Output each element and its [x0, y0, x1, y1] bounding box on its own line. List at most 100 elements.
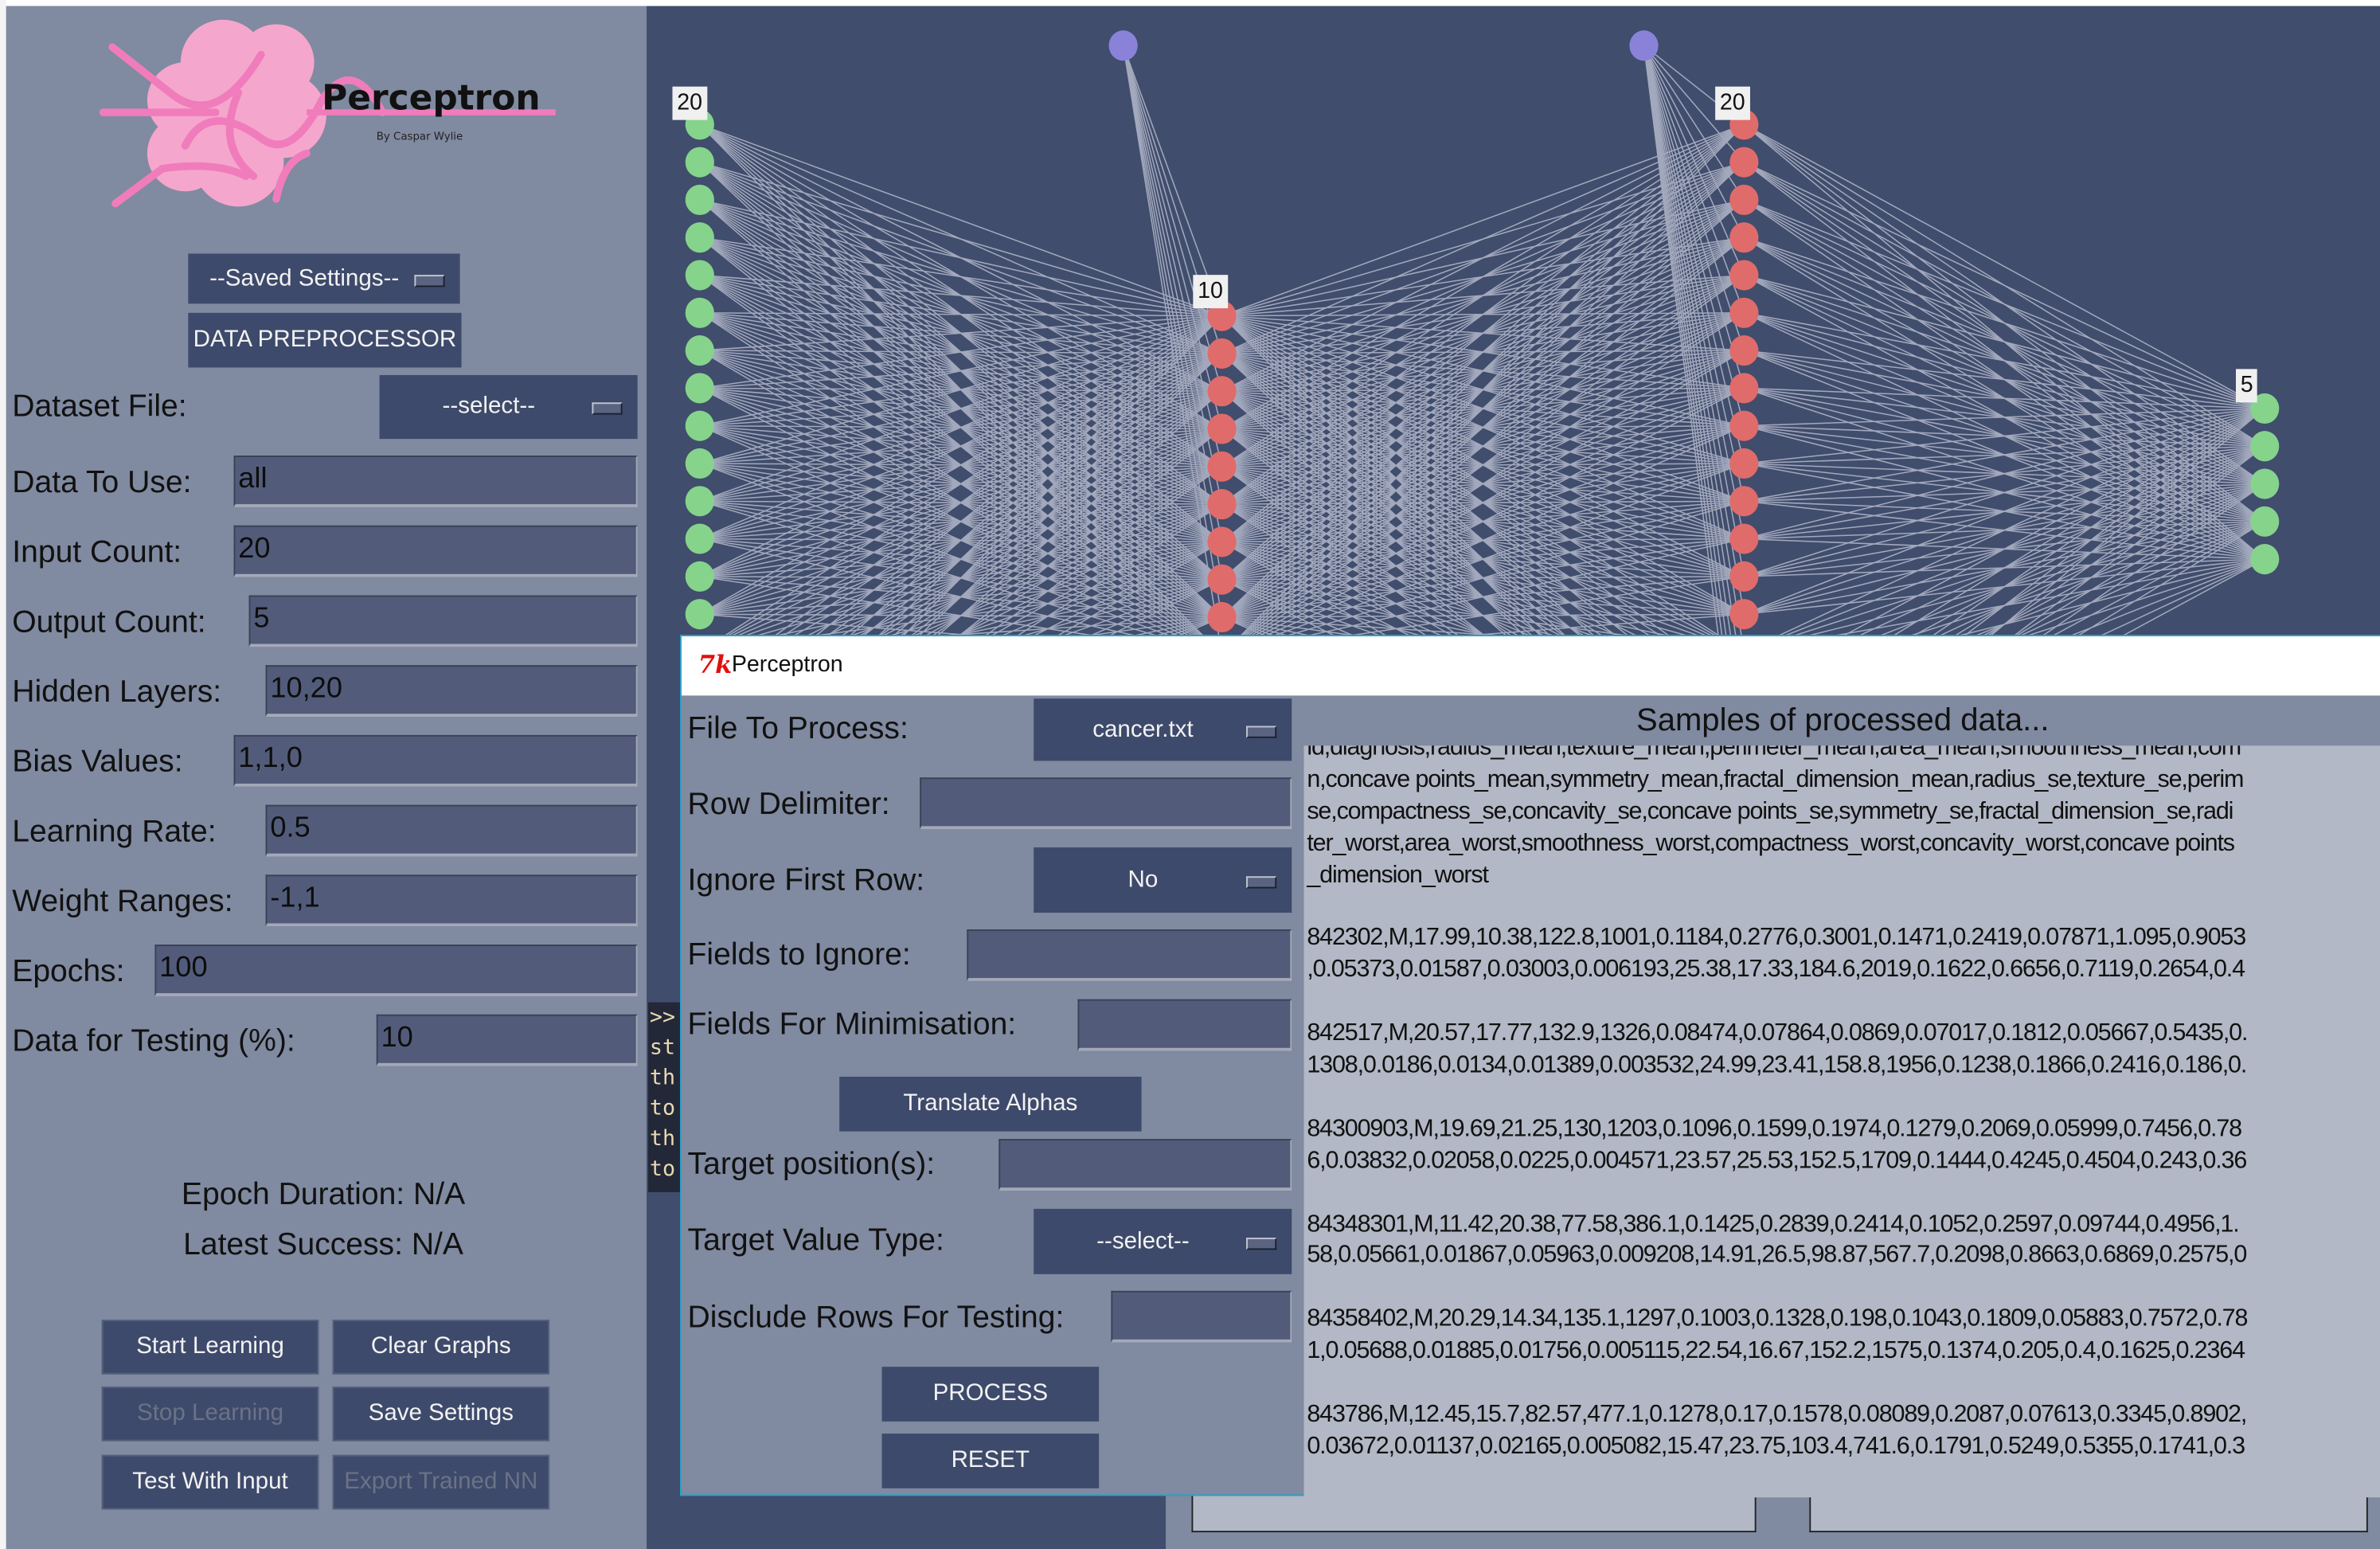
epoch-duration-text: Epoch Duration: N/A	[181, 1176, 466, 1212]
layer-size-label: 5	[2235, 369, 2258, 403]
connection-line	[1743, 123, 2265, 409]
dialog-title: Perceptron	[731, 651, 843, 678]
console-line: to	[649, 1157, 676, 1182]
dropdown-indicator-icon	[1246, 725, 1277, 737]
hidden-node	[1729, 599, 1759, 630]
output-node	[2250, 544, 2280, 575]
sample-data-line: id,diagnosis,radius_mean,texture_mean,pe…	[1307, 745, 2241, 761]
hidden-node	[1729, 373, 1759, 404]
hidden-node	[1729, 561, 1759, 592]
stop-learning-button[interactable]: Stop Learning	[101, 1386, 319, 1441]
sample-data-line: ,0.05373,0.01587,0.03003,0.006193,25.38,…	[1307, 956, 2245, 984]
target-value-type-dropdown[interactable]: --select--	[1034, 1208, 1292, 1274]
console-line: th	[649, 1066, 676, 1091]
test-with-input-button[interactable]: Test With Input	[101, 1454, 319, 1510]
samples-header: Samples of processed data...	[1636, 702, 2050, 738]
disclude-rows-label: Disclude Rows For Testing:	[687, 1300, 1065, 1336]
export-trained-nn-button[interactable]: Export Trained NN	[332, 1454, 550, 1510]
output-node	[2250, 506, 2280, 537]
hidden-layers-input[interactable]: 10,20	[265, 665, 638, 718]
console-line: to	[649, 1096, 676, 1121]
hidden-node	[1207, 489, 1237, 520]
sample-data-line: 84348301,M,11.42,20.38,77.58,386.1,0.142…	[1307, 1211, 2239, 1238]
reset-button[interactable]: RESET	[881, 1434, 1100, 1488]
connection-line	[1744, 199, 2265, 409]
target-positions-label: Target position(s):	[687, 1146, 936, 1182]
hidden-node	[1729, 184, 1759, 216]
file-to-process-label: File To Process:	[687, 710, 909, 746]
connection-line	[1940, 483, 2265, 636]
process-button[interactable]: PROCESS	[881, 1367, 1100, 1422]
bias-node	[1108, 30, 1138, 61]
learning-rate-input[interactable]: 0.5	[265, 804, 638, 857]
connection-line	[2042, 483, 2265, 636]
hidden-node	[1207, 526, 1237, 557]
file-to-process-value: cancer.txt	[1092, 716, 1194, 742]
connection-line	[1744, 237, 2265, 409]
hidden-node	[1729, 486, 1759, 517]
hidden-node	[1729, 523, 1759, 554]
sample-data-line: 842517,M,20.57,17.77,132.9,1326,0.08474,…	[1307, 1020, 2248, 1047]
console-output: >> st th to th to	[647, 1002, 681, 1192]
data-for-testing-input[interactable]: 10	[376, 1014, 638, 1066]
hidden-node	[1729, 297, 1759, 328]
bias-node	[1629, 30, 1659, 61]
ignore-first-row-dropdown[interactable]: No	[1034, 847, 1292, 913]
ignore-first-row-value: No	[1127, 866, 1159, 893]
fields-to-ignore-input[interactable]	[967, 929, 1292, 981]
sample-data-line: 58,0.05661,0.01867,0.05963,0.009208,14.9…	[1307, 1242, 2247, 1269]
network-diagram	[685, 30, 2280, 636]
tk-feather-icon: 7k	[698, 650, 733, 679]
connection-line	[1795, 483, 2265, 636]
dropdown-indicator-icon	[1246, 875, 1277, 888]
input-node	[685, 297, 714, 328]
hidden-node	[1729, 335, 1759, 366]
weight-ranges-input[interactable]: -1,1	[265, 874, 638, 927]
hidden-node	[1729, 260, 1759, 291]
start-learning-button[interactable]: Start Learning	[101, 1320, 319, 1375]
input-node	[685, 486, 714, 517]
console-line: st	[649, 1035, 676, 1061]
bias-values-label: Bias Values:	[12, 744, 183, 780]
latest-success-text: Latest Success: N/A	[183, 1226, 463, 1262]
sample-data-line: 843786,M,12.45,15.7,82.57,477.1,0.1278,0…	[1307, 1401, 2247, 1428]
hidden-layers-label: Hidden Layers:	[12, 674, 222, 710]
row-delimiter-input[interactable]	[920, 777, 1292, 830]
hidden-node	[1207, 376, 1237, 407]
connection-line	[1881, 483, 2265, 636]
hidden-node	[1207, 564, 1237, 595]
weight-ranges-label: Weight Ranges:	[12, 883, 233, 919]
connection-line	[1643, 45, 1745, 577]
hidden-node	[1207, 601, 1237, 633]
input-node	[685, 448, 714, 479]
sample-data-line: ter_worst,area_worst,smoothness_worst,co…	[1307, 830, 2235, 856]
translate-alphas-button[interactable]: Translate Alphas	[839, 1076, 1142, 1132]
sample-data-line: 6,0.03832,0.02058,0.0225,0.004571,23.57,…	[1307, 1148, 2247, 1174]
connection-line	[1744, 312, 2265, 409]
connection-line	[2016, 483, 2265, 636]
row-delimiter-label: Row Delimiter:	[687, 786, 890, 822]
epochs-input[interactable]: 100	[154, 945, 638, 996]
hidden-node	[1729, 410, 1759, 441]
app-window: Perceptron By Caspar Wylie --Saved Setti…	[0, 0, 2380, 1549]
sample-data-line: 842302,M,17.99,10.38,122.8,1001,0.1184,0…	[1307, 925, 2246, 952]
hidden-node	[1729, 448, 1759, 479]
console-line: th	[649, 1126, 676, 1152]
clear-graphs-button[interactable]: Clear Graphs	[332, 1320, 550, 1375]
bias-values-input[interactable]: 1,1,0	[233, 734, 638, 787]
fields-for-minimisation-label: Fields For Minimisation:	[687, 1007, 1017, 1042]
save-settings-button[interactable]: Save Settings	[332, 1386, 550, 1441]
fields-for-minimisation-input[interactable]	[1077, 999, 1292, 1051]
output-node	[2250, 431, 2280, 462]
dialog-title-bar[interactable]: 7k Perceptron	[681, 636, 2380, 696]
learning-rate-label: Learning Rate:	[12, 814, 217, 849]
connection-line	[1960, 558, 2265, 636]
target-positions-input[interactable]	[999, 1139, 1292, 1191]
connection-line	[1744, 350, 2265, 409]
output-node	[2250, 468, 2280, 499]
file-to-process-dropdown[interactable]: cancer.txt	[1034, 698, 1292, 761]
input-node	[685, 184, 714, 216]
processed-data-textarea[interactable]: id,diagnosis,radius_mean,texture_mean,pe…	[1303, 745, 2380, 1498]
disclude-rows-input[interactable]	[1111, 1290, 1292, 1343]
input-node	[685, 147, 714, 178]
